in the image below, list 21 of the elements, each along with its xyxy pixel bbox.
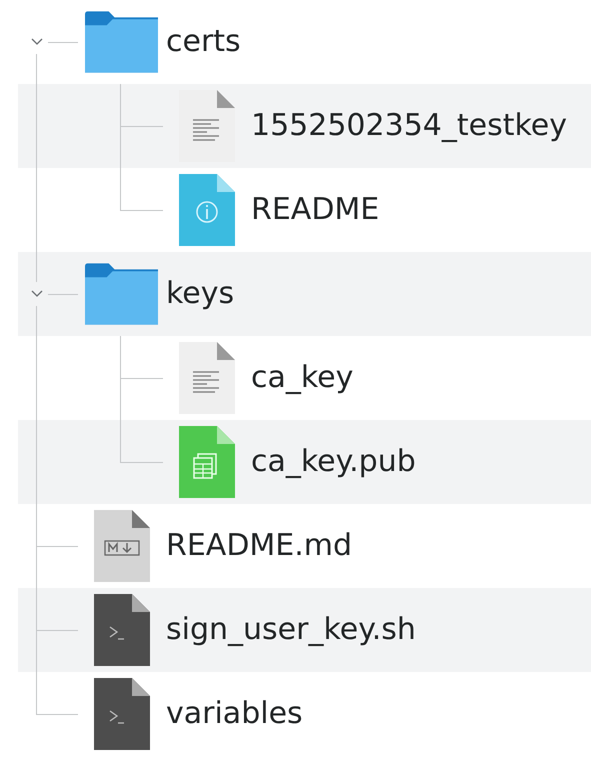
file-name: 1552502354_testkey (251, 111, 567, 141)
tree-row[interactable]: ca_key.pub (18, 420, 591, 504)
spreadsheet-file-icon (178, 426, 234, 498)
tree-row[interactable]: keys (18, 252, 591, 336)
tree-row[interactable]: 1552502354_testkey (18, 84, 591, 168)
file-name: README (251, 195, 380, 225)
folder-name: keys (166, 279, 234, 309)
folder-icon (85, 11, 158, 73)
file-name: ca_key.pub (251, 447, 416, 477)
script-file-icon (94, 678, 150, 750)
tree-row[interactable]: sign_user_key.sh (18, 588, 591, 672)
file-name: ca_key (251, 363, 354, 393)
info-file-icon (178, 174, 234, 246)
file-name: README.md (166, 531, 352, 561)
folder-icon (85, 263, 158, 325)
script-file-icon (94, 594, 150, 666)
markdown-file-icon (94, 510, 150, 582)
text-file-icon (178, 342, 234, 414)
file-name: variables (166, 699, 303, 729)
file-name: sign_user_key.sh (166, 615, 416, 645)
folder-name: certs (166, 27, 241, 57)
